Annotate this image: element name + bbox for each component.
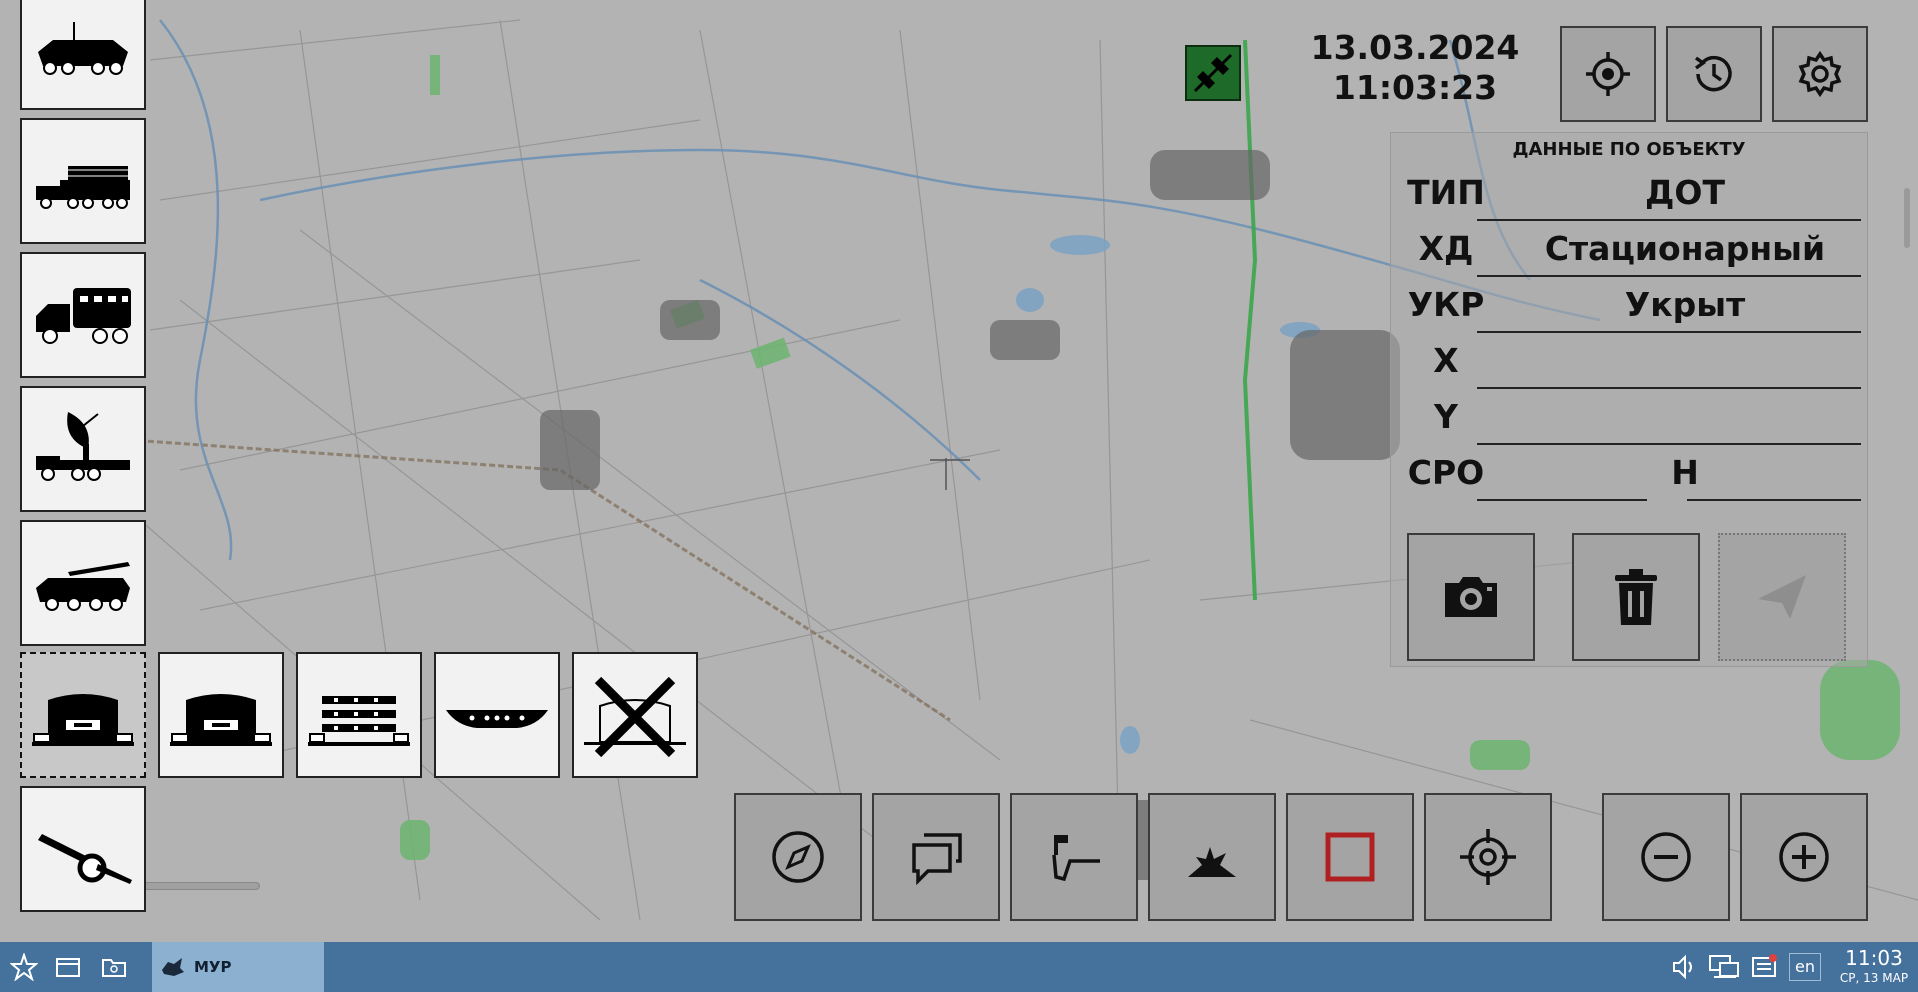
- taskbar-app-label: МУР: [194, 958, 232, 976]
- delete-button[interactable]: [1572, 533, 1700, 661]
- trench-tool[interactable]: [434, 652, 560, 778]
- camera-button[interactable]: [1407, 533, 1535, 661]
- center-location-button[interactable]: [1560, 26, 1656, 122]
- missile-tool[interactable]: [20, 520, 146, 646]
- sro-label: СРО: [1407, 453, 1485, 492]
- time-text: 11:03:23: [1332, 68, 1498, 107]
- zoom-in-icon: [1779, 832, 1829, 882]
- settings-button[interactable]: [1772, 26, 1868, 122]
- taskbar-clock[interactable]: 11:03 СР, 13 МАР: [1834, 946, 1914, 986]
- bunker-selected-tool[interactable]: [20, 652, 146, 778]
- zoom-in-button[interactable]: [1740, 793, 1868, 921]
- command-truck-icon: [36, 288, 131, 344]
- armored-vehicle-icon: [38, 22, 128, 75]
- rocket-launcher-truck-icon: [36, 166, 130, 209]
- artillery-tool[interactable]: [20, 786, 146, 912]
- crosshair-location-icon: [1586, 52, 1630, 96]
- type-underline: [1477, 219, 1861, 221]
- trash-icon: [1615, 569, 1657, 625]
- cover-value[interactable]: Укрыт: [1493, 285, 1877, 324]
- panel-title: ДАННЫЕ ПО ОБЪЕКТУ: [1512, 139, 1746, 160]
- send-button[interactable]: [1718, 533, 1846, 661]
- target-icon: [1460, 829, 1516, 885]
- square-shape-button[interactable]: [1286, 793, 1414, 921]
- y-label: Y: [1434, 397, 1458, 436]
- square-icon: [1325, 832, 1375, 882]
- compass-icon: [772, 831, 824, 883]
- history-clock-icon: [1694, 55, 1732, 92]
- mlrs-tool[interactable]: [20, 118, 146, 244]
- explosion-icon: [1188, 847, 1236, 877]
- datetime-display: 13.03.2024 11:03:23: [1300, 28, 1530, 108]
- network-icon[interactable]: [1708, 951, 1740, 983]
- notifications-icon[interactable]: [1748, 951, 1780, 983]
- connection-status: [1185, 45, 1241, 101]
- camera-icon: [1445, 577, 1497, 617]
- sro-underline-left: [1477, 499, 1647, 501]
- radar-tool[interactable]: [20, 386, 146, 512]
- date-text: 13.03.2024: [1310, 28, 1520, 67]
- howitzer-icon: [38, 834, 132, 884]
- target-button[interactable]: [1424, 793, 1552, 921]
- window-switcher-icon[interactable]: [52, 951, 84, 983]
- send-arrow-icon: [1758, 575, 1806, 619]
- app-icon: [162, 958, 184, 976]
- compass-button[interactable]: [734, 793, 862, 921]
- explosion-button[interactable]: [1148, 793, 1276, 921]
- file-manager-icon[interactable]: [98, 951, 130, 983]
- destroyed-tool[interactable]: [572, 652, 698, 778]
- cover-label: УКР: [1407, 285, 1485, 324]
- x-underline: [1477, 387, 1861, 389]
- flag-marker-button[interactable]: [1010, 793, 1138, 921]
- x-label: X: [1433, 341, 1459, 380]
- start-menu-icon[interactable]: [8, 951, 40, 983]
- apc-tool[interactable]: [20, 0, 146, 110]
- fortification-tool[interactable]: [296, 652, 422, 778]
- destroyed-object-icon: [584, 676, 686, 758]
- taskbar: МУР en 11:03 СР, 13 МАР: [0, 942, 1918, 992]
- keyboard-layout-indicator[interactable]: en: [1789, 953, 1821, 981]
- type-value[interactable]: ДОТ: [1493, 173, 1877, 212]
- map-vertical-scrollbar[interactable]: [1904, 8, 1912, 928]
- chat-icon: [912, 833, 962, 885]
- sro-underline-right: [1687, 499, 1861, 501]
- mobility-underline: [1477, 275, 1861, 277]
- cover-underline: [1477, 331, 1861, 333]
- mobility-value[interactable]: Стационарный: [1493, 229, 1877, 268]
- truck-tool[interactable]: [20, 252, 146, 378]
- sro-value[interactable]: Н: [1493, 453, 1877, 492]
- y-underline: [1477, 443, 1861, 445]
- bunker-icon: [170, 694, 272, 746]
- bunker-icon: [32, 694, 134, 746]
- taskbar-date: СР, 13 МАР: [1839, 971, 1909, 985]
- zoom-out-icon: [1641, 832, 1691, 882]
- mobility-label: ХД: [1418, 229, 1474, 268]
- missile-carrier-icon: [36, 562, 130, 611]
- flag-marker-icon: [1052, 835, 1100, 882]
- gear-icon: [1798, 50, 1842, 98]
- fortification-icon: [308, 696, 410, 746]
- plug-connected-icon: [1193, 53, 1233, 93]
- trench-icon: [446, 710, 548, 728]
- type-label: ТИП: [1407, 173, 1485, 212]
- zoom-out-button[interactable]: [1602, 793, 1730, 921]
- chat-button[interactable]: [872, 793, 1000, 921]
- history-button[interactable]: [1666, 26, 1762, 122]
- volume-icon[interactable]: [1668, 951, 1700, 983]
- bunker-tool[interactable]: [158, 652, 284, 778]
- taskbar-time: 11:03: [1845, 946, 1903, 970]
- taskbar-app-mur[interactable]: МУР: [152, 942, 324, 992]
- radar-truck-icon: [36, 412, 130, 481]
